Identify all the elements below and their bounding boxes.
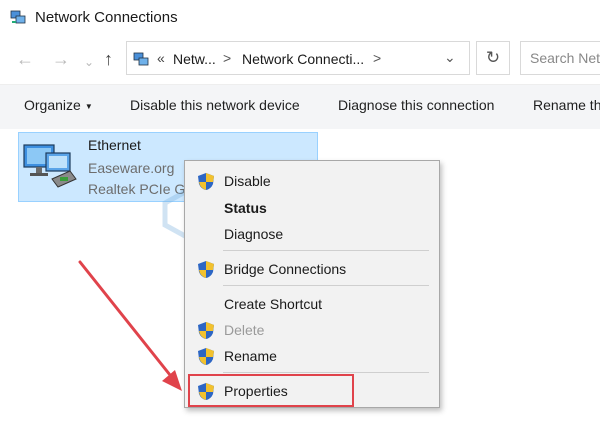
connection-name: Ethernet	[88, 137, 141, 153]
menu-separator	[223, 285, 429, 286]
uac-shield-icon	[198, 173, 214, 190]
properties-highlight-box	[188, 374, 354, 407]
address-dropdown-icon[interactable]: ⌄	[444, 49, 456, 66]
menu-item-label: Bridge Connections	[224, 261, 347, 277]
forward-arrow-icon[interactable]: →	[52, 50, 70, 68]
network-connections-icon	[10, 10, 26, 24]
window-title: Network Connections	[35, 9, 178, 26]
disable-device-button[interactable]: Disable this network device	[130, 97, 300, 113]
context-menu: Disable Status Diagnose Bridge Connectio…	[184, 160, 440, 408]
back-arrow-icon[interactable]: ←	[16, 50, 34, 68]
recent-locations-chevron-icon[interactable]: ⌄	[84, 53, 94, 71]
dropdown-caret-icon: ▼	[84, 101, 93, 111]
refresh-icon: ↻	[485, 48, 501, 67]
ethernet-adapter-icon	[23, 144, 77, 188]
connection-adapter: Realtek PCIe Gb	[88, 181, 194, 197]
menu-item-rename[interactable]: Rename	[185, 344, 439, 368]
menu-item-status[interactable]: Status	[185, 196, 439, 220]
breadcrumb-item-network[interactable]: Netw...	[173, 51, 216, 67]
menu-item-label: Diagnose	[224, 226, 284, 242]
menu-item-bridge-connections[interactable]: Bridge Connections	[185, 257, 439, 281]
uac-shield-icon	[198, 261, 214, 278]
menu-separator	[223, 372, 429, 373]
menu-separator	[223, 250, 429, 251]
rename-connection-button[interactable]: Rename th	[533, 97, 600, 113]
diagnose-connection-button[interactable]: Diagnose this connection	[338, 97, 494, 113]
menu-item-disable[interactable]: Disable	[185, 169, 439, 193]
address-bar-row: ← → ⌄ ↑ « Netw... > Network Connecti... …	[0, 36, 600, 84]
uac-shield-icon	[198, 322, 214, 339]
network-connections-icon	[133, 52, 149, 66]
breadcrumb-separator[interactable]: >	[373, 50, 381, 66]
menu-item-label: Disable	[224, 173, 271, 189]
uac-shield-icon	[198, 348, 214, 365]
menu-item-create-shortcut[interactable]: Create Shortcut	[185, 292, 439, 316]
command-toolbar: Organize ▼ Disable this network device Di…	[0, 84, 600, 130]
menu-item-label: Status	[224, 200, 267, 216]
breadcrumb-separator[interactable]: >	[223, 50, 231, 66]
address-bar[interactable]: « Netw... > Network Connecti... > ⌄	[126, 41, 470, 75]
organize-label: Organize	[24, 97, 81, 113]
menu-item-delete: Delete	[185, 318, 439, 342]
menu-item-label: Delete	[224, 322, 265, 338]
title-bar: Network Connections	[0, 0, 600, 36]
menu-item-label: Create Shortcut	[224, 296, 323, 312]
connection-network: Easeware.org	[88, 160, 175, 176]
breadcrumb-item-network-connections[interactable]: Network Connecti...	[242, 51, 364, 67]
search-input[interactable]: Search Netw	[520, 41, 600, 75]
breadcrumb-overflow[interactable]: «	[157, 50, 165, 66]
up-arrow-icon[interactable]: ↑	[104, 50, 113, 68]
menu-item-label: Rename	[224, 348, 277, 364]
menu-item-diagnose[interactable]: Diagnose	[185, 222, 439, 246]
organize-menu-button[interactable]: Organize ▼	[24, 97, 93, 113]
refresh-button[interactable]: ↻	[476, 41, 510, 75]
